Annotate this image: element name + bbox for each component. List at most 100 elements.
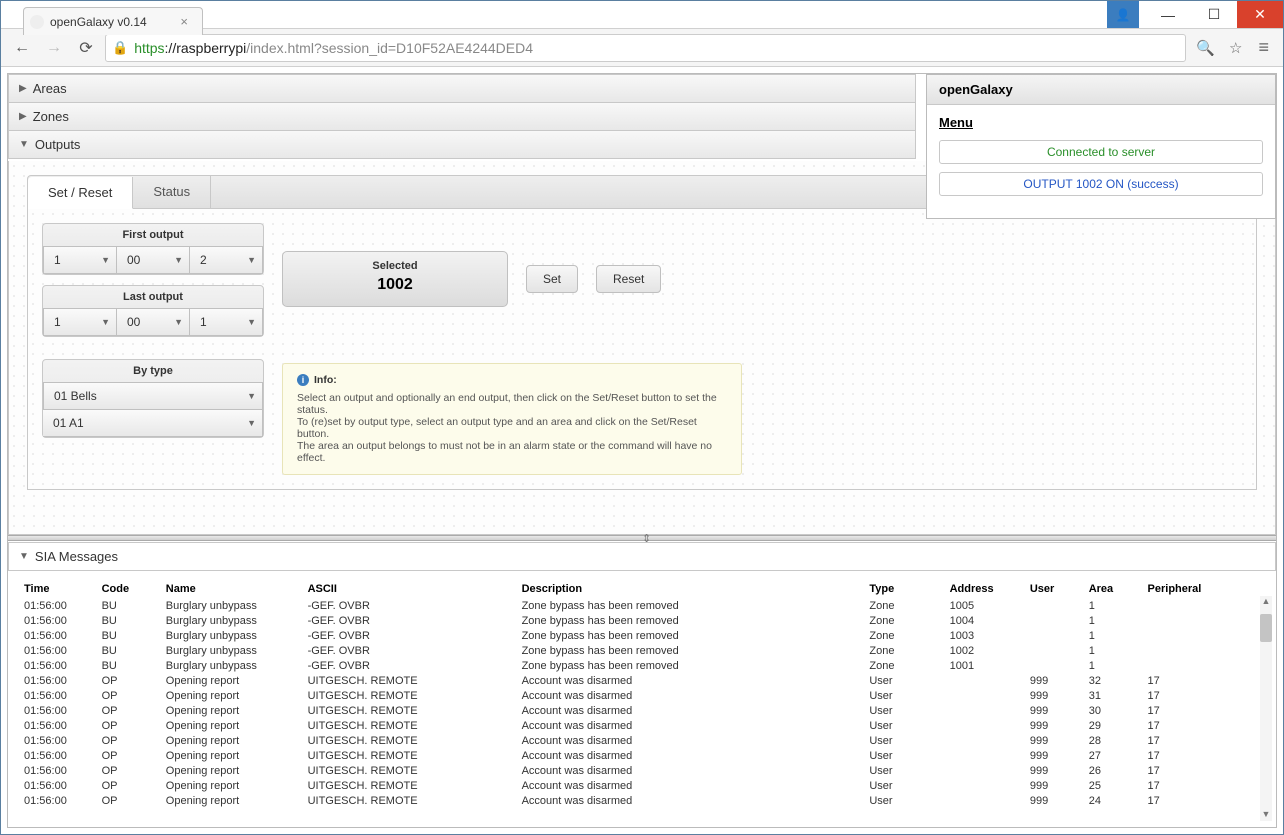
col-periph: Peripheral bbox=[1144, 580, 1264, 598]
lock-icon: 🔒 bbox=[112, 40, 128, 56]
cell-area: 1 bbox=[1085, 643, 1144, 658]
last-output-c-select[interactable]: 1▼ bbox=[190, 308, 263, 336]
accordion-areas[interactable]: ▶ Areas bbox=[8, 74, 916, 103]
chevron-right-icon: ▶ bbox=[19, 83, 27, 94]
accordion-outputs[interactable]: ▼ Outputs bbox=[8, 131, 916, 159]
cell-user bbox=[1026, 643, 1085, 658]
cell-desc: Zone bypass has been removed bbox=[518, 613, 866, 628]
cell-user: 999 bbox=[1026, 733, 1085, 748]
table-row[interactable]: 01:56:00BUBurglary unbypass-GEF. OVBRZon… bbox=[20, 613, 1264, 628]
table-row[interactable]: 01:56:00OPOpening reportUITGESCH. REMOTE… bbox=[20, 763, 1264, 778]
accordion-zones[interactable]: ▶ Zones bbox=[8, 103, 916, 131]
page-content: ▶ Areas ▶ Zones ▼ Outputs Set / Reset St… bbox=[1, 67, 1283, 834]
cell-periph: 17 bbox=[1144, 673, 1264, 688]
scroll-up-icon[interactable]: ▲ bbox=[1260, 596, 1272, 608]
table-row[interactable]: 01:56:00BUBurglary unbypass-GEF. OVBRZon… bbox=[20, 628, 1264, 643]
by-type-group: By type 01 Bells▼ 01 A1▼ bbox=[42, 359, 264, 438]
cell-desc: Zone bypass has been removed bbox=[518, 658, 866, 673]
table-row[interactable]: 01:56:00OPOpening reportUITGESCH. REMOTE… bbox=[20, 748, 1264, 763]
user-icon[interactable]: 👤 bbox=[1107, 1, 1139, 28]
reset-button[interactable]: Reset bbox=[596, 265, 661, 293]
first-output-c-select[interactable]: 2▼ bbox=[190, 246, 263, 274]
cell-name: Opening report bbox=[162, 748, 304, 763]
cell-addr: 1003 bbox=[946, 628, 1026, 643]
tab-set-reset[interactable]: Set / Reset bbox=[28, 177, 133, 209]
table-row[interactable]: 01:56:00OPOpening reportUITGESCH. REMOTE… bbox=[20, 688, 1264, 703]
nav-back-button[interactable]: ← bbox=[9, 35, 35, 61]
area-select[interactable]: 01 A1▼ bbox=[43, 410, 263, 437]
cell-name: Opening report bbox=[162, 688, 304, 703]
cell-periph: 17 bbox=[1144, 703, 1264, 718]
cell-ascii: UITGESCH. REMOTE bbox=[304, 793, 518, 808]
cell-code: OP bbox=[98, 763, 162, 778]
table-row[interactable]: 01:56:00OPOpening reportUITGESCH. REMOTE… bbox=[20, 733, 1264, 748]
cell-periph bbox=[1144, 643, 1264, 658]
selected-display: Selected 1002 bbox=[282, 251, 508, 307]
accordion-label: SIA Messages bbox=[35, 549, 118, 564]
table-row[interactable]: 01:56:00BUBurglary unbypass-GEF. OVBRZon… bbox=[20, 643, 1264, 658]
cell-name: Burglary unbypass bbox=[162, 658, 304, 673]
nav-forward-button[interactable]: → bbox=[41, 35, 67, 61]
window-close-button[interactable]: ✕ bbox=[1237, 1, 1283, 28]
table-row[interactable]: 01:56:00OPOpening reportUITGESCH. REMOTE… bbox=[20, 793, 1264, 808]
table-row[interactable]: 01:56:00BUBurglary unbypass-GEF. OVBRZon… bbox=[20, 598, 1264, 613]
chevron-right-icon: ▶ bbox=[19, 111, 27, 122]
cell-ascii: UITGESCH. REMOTE bbox=[304, 748, 518, 763]
cell-periph bbox=[1144, 613, 1264, 628]
cell-addr bbox=[946, 793, 1026, 808]
first-output-group: First output 1▼ 00▼ 2▼ bbox=[42, 223, 264, 275]
set-reset-panel: First output 1▼ 00▼ 2▼ Last output bbox=[27, 209, 1257, 490]
tab-strip: openGalaxy v0.14 × bbox=[23, 5, 203, 35]
tab-status[interactable]: Status bbox=[133, 176, 211, 208]
splitter-handle[interactable] bbox=[8, 535, 1276, 541]
cell-name: Opening report bbox=[162, 718, 304, 733]
type-select[interactable]: 01 Bells▼ bbox=[43, 382, 263, 410]
browser-menu-button[interactable]: ≡ bbox=[1252, 37, 1275, 58]
window-minimize-button[interactable]: — bbox=[1145, 1, 1191, 28]
table-row[interactable]: 01:56:00BUBurglary unbypass-GEF. OVBRZon… bbox=[20, 658, 1264, 673]
accordion-sia[interactable]: ▼ SIA Messages bbox=[8, 542, 1276, 571]
group-label: Last output bbox=[43, 286, 263, 308]
cell-periph: 17 bbox=[1144, 718, 1264, 733]
browser-tab[interactable]: openGalaxy v0.14 × bbox=[23, 7, 203, 35]
col-addr: Address bbox=[946, 580, 1026, 598]
cell-area: 24 bbox=[1085, 793, 1144, 808]
cell-periph bbox=[1144, 628, 1264, 643]
zoom-icon[interactable]: 🔍 bbox=[1192, 39, 1219, 57]
last-output-b-select[interactable]: 00▼ bbox=[117, 308, 190, 336]
info-box: iInfo: Select an output and optionally a… bbox=[282, 363, 742, 475]
bookmark-icon[interactable]: ☆ bbox=[1225, 39, 1246, 57]
url-input[interactable]: 🔒 https://raspberrypi/index.html?session… bbox=[105, 34, 1186, 62]
table-row[interactable]: 01:56:00OPOpening reportUITGESCH. REMOTE… bbox=[20, 778, 1264, 793]
cell-desc: Zone bypass has been removed bbox=[518, 598, 866, 613]
cell-name: Opening report bbox=[162, 763, 304, 778]
menu-link[interactable]: Menu bbox=[939, 115, 1263, 130]
chevron-down-icon: ▼ bbox=[19, 139, 29, 150]
last-output-group: Last output 1▼ 00▼ 1▼ bbox=[42, 285, 264, 337]
tab-close-icon[interactable]: × bbox=[180, 14, 188, 29]
status-connected: Connected to server bbox=[939, 140, 1263, 164]
cell-desc: Account was disarmed bbox=[518, 778, 866, 793]
col-time: Time bbox=[20, 580, 98, 598]
cell-ascii: UITGESCH. REMOTE bbox=[304, 703, 518, 718]
nav-reload-button[interactable]: ⟳ bbox=[73, 35, 99, 61]
cell-type: User bbox=[865, 688, 945, 703]
cell-periph bbox=[1144, 658, 1264, 673]
accordion-label: Outputs bbox=[35, 137, 81, 152]
status-last-message: OUTPUT 1002 ON (success) bbox=[939, 172, 1263, 196]
scrollbar[interactable]: ▲ ▼ bbox=[1260, 596, 1272, 821]
scroll-thumb[interactable] bbox=[1260, 614, 1272, 642]
first-output-a-select[interactable]: 1▼ bbox=[43, 246, 117, 274]
first-output-b-select[interactable]: 00▼ bbox=[117, 246, 190, 274]
cell-time: 01:56:00 bbox=[20, 793, 98, 808]
last-output-a-select[interactable]: 1▼ bbox=[43, 308, 117, 336]
table-row[interactable]: 01:56:00OPOpening reportUITGESCH. REMOTE… bbox=[20, 718, 1264, 733]
cell-periph: 17 bbox=[1144, 748, 1264, 763]
scroll-down-icon[interactable]: ▼ bbox=[1260, 809, 1272, 821]
set-button[interactable]: Set bbox=[526, 265, 578, 293]
selected-value: 1002 bbox=[283, 276, 507, 294]
table-row[interactable]: 01:56:00OPOpening reportUITGESCH. REMOTE… bbox=[20, 673, 1264, 688]
col-code: Code bbox=[98, 580, 162, 598]
table-row[interactable]: 01:56:00OPOpening reportUITGESCH. REMOTE… bbox=[20, 703, 1264, 718]
window-maximize-button[interactable]: ☐ bbox=[1191, 1, 1237, 28]
